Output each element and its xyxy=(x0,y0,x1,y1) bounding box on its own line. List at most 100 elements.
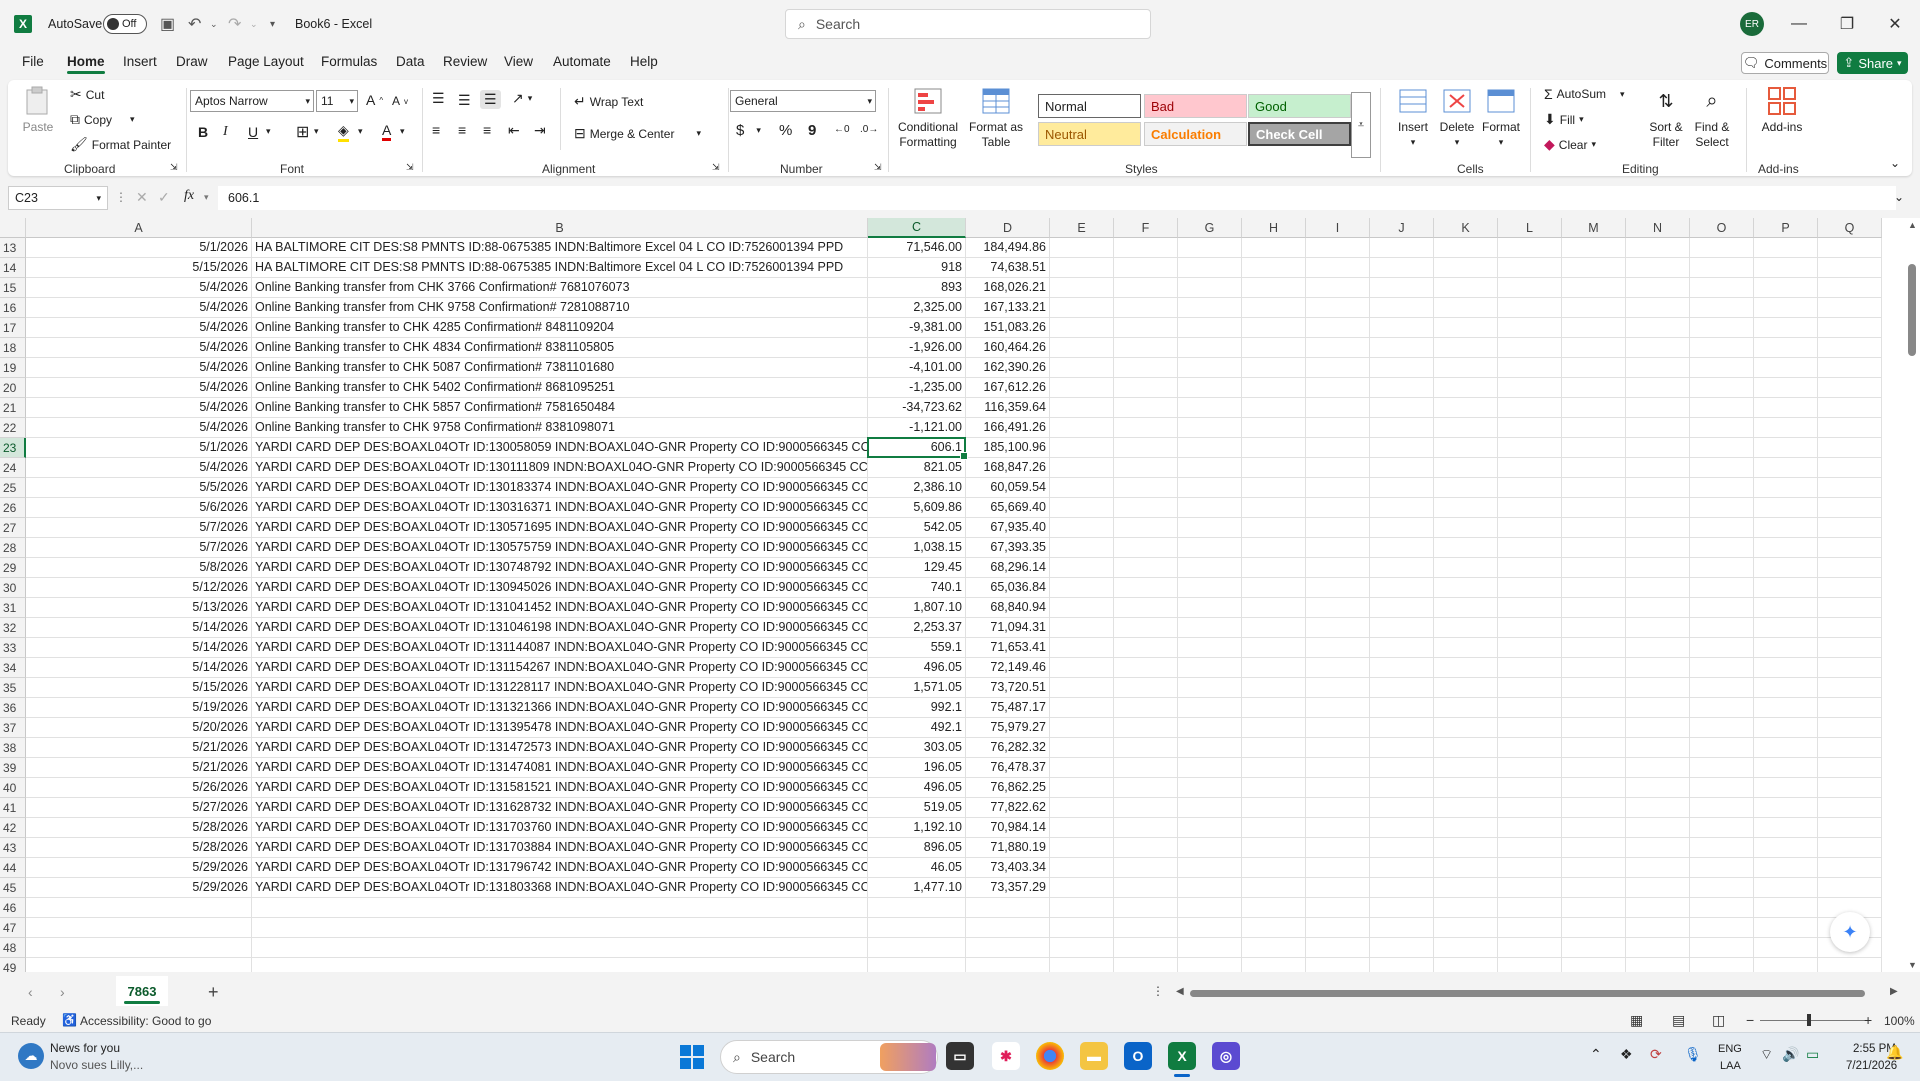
cell-l41[interactable] xyxy=(1498,798,1562,818)
cell-j30[interactable] xyxy=(1370,578,1434,598)
row-header[interactable]: 49 xyxy=(0,958,26,972)
cell-p18[interactable] xyxy=(1754,338,1818,358)
cell-c31[interactable]: 1,807.10 xyxy=(868,598,966,618)
cell-k29[interactable] xyxy=(1434,558,1498,578)
cell-n33[interactable] xyxy=(1626,638,1690,658)
cell-d16[interactable]: 167,133.21 xyxy=(966,298,1050,318)
cell-b48[interactable] xyxy=(252,938,868,958)
cell-e29[interactable] xyxy=(1050,558,1114,578)
cell-p21[interactable] xyxy=(1754,398,1818,418)
cell-j42[interactable] xyxy=(1370,818,1434,838)
cell-d36[interactable]: 75,487.17 xyxy=(966,698,1050,718)
cell-i42[interactable] xyxy=(1306,818,1370,838)
worksheet-grid[interactable]: A B C D E F G H I J K L M N O P Q 13 5/1/2026 HA BALTIMORE … xyxy=(0,218,1906,972)
cell-g21[interactable] xyxy=(1178,398,1242,418)
cell-b22[interactable]: Online Banking transfer to CHK 9758 Conf… xyxy=(252,418,868,438)
cell-i49[interactable] xyxy=(1306,958,1370,972)
cell-d30[interactable]: 65,036.84 xyxy=(966,578,1050,598)
notification-bell-icon[interactable]: 🔔 xyxy=(1886,1044,1903,1061)
cell-k24[interactable] xyxy=(1434,458,1498,478)
cell-f19[interactable] xyxy=(1114,358,1178,378)
cell-p38[interactable] xyxy=(1754,738,1818,758)
close-icon[interactable]: ✕ xyxy=(1872,0,1918,48)
cell-c38[interactable]: 303.05 xyxy=(868,738,966,758)
cell-b49[interactable] xyxy=(252,958,868,972)
cell-o49[interactable] xyxy=(1690,958,1754,972)
cell-e41[interactable] xyxy=(1050,798,1114,818)
name-box[interactable]: C23 ▾ xyxy=(8,186,108,210)
cell-l47[interactable] xyxy=(1498,918,1562,938)
tab-home[interactable]: Home xyxy=(67,54,105,74)
copilot-icon[interactable]: ✦ xyxy=(1830,912,1870,952)
cell-f48[interactable] xyxy=(1114,938,1178,958)
cell-p20[interactable] xyxy=(1754,378,1818,398)
row-header[interactable]: 41 xyxy=(0,798,26,818)
cell-o13[interactable] xyxy=(1690,238,1754,258)
microphone-icon[interactable]: 🎙 xyxy=(1684,1046,1702,1063)
row-header[interactable]: 24 xyxy=(0,458,26,478)
cell-n13[interactable] xyxy=(1626,238,1690,258)
cell-c22[interactable]: -1,121.00 xyxy=(868,418,966,438)
cell-n24[interactable] xyxy=(1626,458,1690,478)
cell-j37[interactable] xyxy=(1370,718,1434,738)
cell-b32[interactable]: YARDI CARD DEP DES:BOAXL04OTr ID:1310461… xyxy=(252,618,868,638)
cell-g42[interactable] xyxy=(1178,818,1242,838)
zoom-slider-thumb[interactable] xyxy=(1807,1014,1811,1026)
scroll-up-icon[interactable]: ▲ xyxy=(1908,220,1917,230)
cell-k38[interactable] xyxy=(1434,738,1498,758)
search-box[interactable]: ⌕ Search xyxy=(785,9,1151,39)
cell-n30[interactable] xyxy=(1626,578,1690,598)
cell-m16[interactable] xyxy=(1562,298,1626,318)
cell-b17[interactable]: Online Banking transfer to CHK 4285 Conf… xyxy=(252,318,868,338)
cell-p30[interactable] xyxy=(1754,578,1818,598)
paste-button[interactable]: Paste xyxy=(18,86,58,135)
row-header[interactable]: 17 xyxy=(0,318,26,338)
cell-k49[interactable] xyxy=(1434,958,1498,972)
excel-taskbar-icon[interactable]: X xyxy=(1168,1042,1196,1070)
cell-k44[interactable] xyxy=(1434,858,1498,878)
cell-b45[interactable]: YARDI CARD DEP DES:BOAXL04OTr ID:1318033… xyxy=(252,878,868,898)
cell-o35[interactable] xyxy=(1690,678,1754,698)
cell-n31[interactable] xyxy=(1626,598,1690,618)
cell-o33[interactable] xyxy=(1690,638,1754,658)
cell-g17[interactable] xyxy=(1178,318,1242,338)
column-header-l[interactable]: L xyxy=(1498,218,1562,238)
cell-q24[interactable] xyxy=(1818,458,1882,478)
cell-b27[interactable]: YARDI CARD DEP DES:BOAXL04OTr ID:1305716… xyxy=(252,518,868,538)
save-icon[interactable]: ▣ xyxy=(160,0,175,48)
cell-h43[interactable] xyxy=(1242,838,1306,858)
cell-k45[interactable] xyxy=(1434,878,1498,898)
dialog-launcher-icon[interactable]: ⇲ xyxy=(170,162,178,173)
file-explorer-icon[interactable]: ▬ xyxy=(1080,1042,1108,1070)
cell-e14[interactable] xyxy=(1050,258,1114,278)
cell-d27[interactable]: 67,935.40 xyxy=(966,518,1050,538)
borders-icon[interactable]: ⊞ xyxy=(296,122,309,142)
cell-d24[interactable]: 168,847.26 xyxy=(966,458,1050,478)
page-break-view-icon[interactable]: ◫ xyxy=(1712,1012,1725,1029)
cell-i26[interactable] xyxy=(1306,498,1370,518)
cell-a32[interactable]: 5/14/2026 xyxy=(26,618,252,638)
cell-f32[interactable] xyxy=(1114,618,1178,638)
cell-l44[interactable] xyxy=(1498,858,1562,878)
cell-k42[interactable] xyxy=(1434,818,1498,838)
cell-n38[interactable] xyxy=(1626,738,1690,758)
bold-icon[interactable]: B xyxy=(198,124,208,140)
cell-e22[interactable] xyxy=(1050,418,1114,438)
cell-q27[interactable] xyxy=(1818,518,1882,538)
cell-n40[interactable] xyxy=(1626,778,1690,798)
cell-p40[interactable] xyxy=(1754,778,1818,798)
cell-l33[interactable] xyxy=(1498,638,1562,658)
cell-q26[interactable] xyxy=(1818,498,1882,518)
cell-o46[interactable] xyxy=(1690,898,1754,918)
chevron-down-icon[interactable]: ▾ xyxy=(358,126,363,137)
cell-h13[interactable] xyxy=(1242,238,1306,258)
cell-e48[interactable] xyxy=(1050,938,1114,958)
cell-l46[interactable] xyxy=(1498,898,1562,918)
cell-p35[interactable] xyxy=(1754,678,1818,698)
cell-q25[interactable] xyxy=(1818,478,1882,498)
copy-button[interactable]: ⧉ Copy ▾ xyxy=(70,111,135,128)
cell-m13[interactable] xyxy=(1562,238,1626,258)
cell-m21[interactable] xyxy=(1562,398,1626,418)
row-header[interactable]: 32 xyxy=(0,618,26,638)
cell-l19[interactable] xyxy=(1498,358,1562,378)
